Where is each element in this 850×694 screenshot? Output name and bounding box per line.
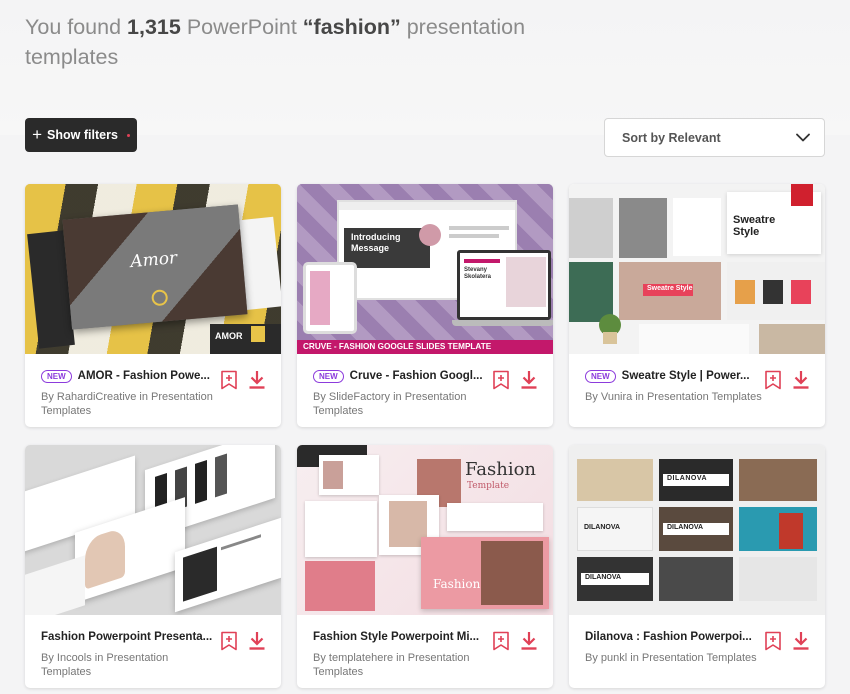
plus-icon: +: [32, 124, 43, 144]
thumb-title: Sweatre Style: [733, 214, 776, 238]
bookmark-add-icon[interactable]: [492, 631, 510, 651]
template-card[interactable]: DILANOVA DILANOVA DILANOVA DILANOVA Dila…: [569, 445, 825, 688]
show-filters-button[interactable]: + Show filters: [25, 118, 137, 152]
show-filters-label: Show filters: [47, 128, 118, 142]
thumb-title: DILANOVA: [667, 475, 708, 482]
template-card[interactable]: Fashion Powerpoint Presenta... By Incool…: [25, 445, 281, 688]
thumb-title: Fashion: [465, 459, 537, 480]
thumb-label: DILANOVA: [584, 524, 621, 531]
download-icon[interactable]: [248, 631, 266, 651]
template-thumbnail[interactable]: Fashion Template Fashion: [297, 445, 553, 615]
template-card[interactable]: Fashion Template Fashion Fashion Style P…: [297, 445, 553, 688]
bookmark-add-icon[interactable]: [220, 370, 238, 390]
new-badge: NEW: [313, 369, 344, 383]
template-card[interactable]: Amor AMOR NEW AMOR - Fashion Powe... By …: [25, 184, 281, 427]
sort-label: Sort by Relevant: [622, 130, 721, 145]
download-icon[interactable]: [248, 370, 266, 390]
template-thumbnail[interactable]: Introducing Message Stevany Skolatera CR…: [297, 184, 553, 354]
new-badge: NEW: [41, 369, 72, 383]
download-icon[interactable]: [792, 631, 810, 651]
download-icon[interactable]: [520, 370, 538, 390]
bookmark-add-icon[interactable]: [764, 370, 782, 390]
card-byline: By SlideFactory in Presentation Template…: [313, 391, 467, 417]
card-title[interactable]: Cruve - Fashion Googl...: [350, 370, 483, 382]
bookmark-add-icon[interactable]: [220, 631, 238, 651]
download-icon[interactable]: [520, 631, 538, 651]
thumb-label: Fashion: [433, 577, 481, 591]
card-byline: By Vunira in Presentation Templates: [585, 391, 762, 403]
template-thumbnail[interactable]: [25, 445, 281, 615]
thumb-label: Sweatre Style: [647, 285, 693, 292]
sort-dropdown[interactable]: Sort by Relevant: [604, 118, 825, 157]
template-card[interactable]: Introducing Message Stevany Skolatera CR…: [297, 184, 553, 427]
card-byline: By RahardiCreative in Presentation Templ…: [41, 391, 213, 417]
thumb-subtitle: Template: [467, 481, 510, 491]
template-card[interactable]: Sweatre Style Sweatre Style NEW Sweatre …: [569, 184, 825, 427]
thumb-label: DILANOVA: [667, 524, 704, 531]
chevron-down-icon: [796, 133, 810, 142]
card-byline: By punkl in Presentation Templates: [585, 652, 757, 664]
card-byline: By templatehere in Presentation Template…: [313, 652, 470, 678]
results-count: 1,315: [127, 15, 181, 39]
card-title[interactable]: Fashion Style Powerpoint Mi...: [313, 631, 479, 643]
thumb-banner: CRUVE - FASHION GOOGLE SLIDES TEMPLATE: [303, 342, 492, 351]
thumb-title: Introducing Message: [351, 232, 401, 253]
new-badge: NEW: [585, 369, 616, 383]
card-title[interactable]: Fashion Powerpoint Presenta...: [41, 631, 212, 643]
filter-indicator-dot: [126, 133, 130, 137]
search-query: “fashion”: [302, 15, 401, 39]
card-title[interactable]: Sweatre Style | Power...: [622, 370, 750, 382]
card-byline: By Incools in Presentation Templates: [41, 652, 169, 678]
thumb-subtitle: Stevany Skolatera: [464, 267, 492, 280]
download-icon[interactable]: [792, 370, 810, 390]
card-title[interactable]: Dilanova : Fashion Powerpoi...: [585, 631, 752, 643]
thumb-brand: AMOR: [215, 331, 243, 341]
template-thumbnail[interactable]: Sweatre Style Sweatre Style: [569, 184, 825, 354]
bookmark-add-icon[interactable]: [764, 631, 782, 651]
thumb-label: DILANOVA: [585, 574, 622, 581]
bookmark-add-icon[interactable]: [492, 370, 510, 390]
template-thumbnail[interactable]: Amor AMOR: [25, 184, 281, 354]
card-title[interactable]: AMOR - Fashion Powe...: [78, 370, 210, 382]
template-thumbnail[interactable]: DILANOVA DILANOVA DILANOVA DILANOVA: [569, 445, 825, 615]
results-heading: You found 1,315 PowerPoint “fashion” pre…: [25, 15, 526, 69]
thumb-title: Amor: [129, 248, 178, 273]
